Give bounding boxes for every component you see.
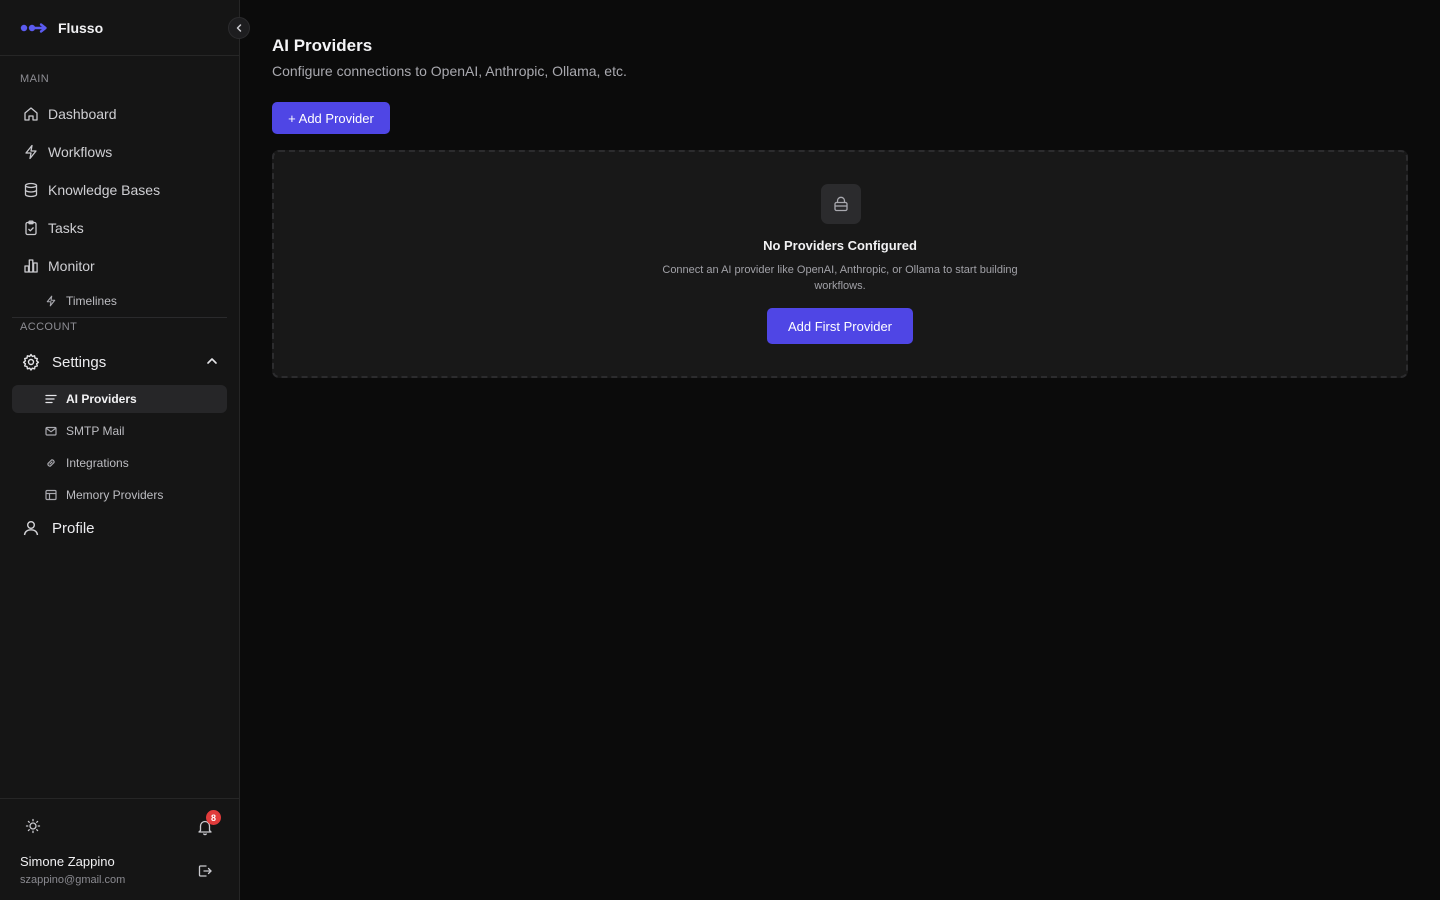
- sidebar-subitem-label: Timelines: [66, 294, 117, 308]
- section-label-main: MAIN: [20, 73, 50, 85]
- sidebar-item-label: Monitor: [48, 258, 95, 274]
- sidebar-subitem-timelines[interactable]: Timelines: [12, 287, 227, 315]
- sidebar-subitem-label: Memory Providers: [66, 488, 164, 502]
- sidebar-item-label: Settings: [52, 353, 107, 371]
- link-icon: [44, 456, 58, 470]
- section-label-account: ACCOUNT: [20, 321, 78, 333]
- lightning-icon: [22, 143, 40, 161]
- sidebar-item-label: Dashboard: [48, 106, 117, 122]
- database-icon: [22, 181, 40, 199]
- sidebar-subitem-ai-providers[interactable]: AI Providers: [12, 385, 227, 413]
- page-title: AI Providers: [272, 36, 373, 55]
- sidebar-subitem-memory-providers[interactable]: Memory Providers: [12, 481, 227, 509]
- app-name: Flusso: [58, 19, 104, 36]
- sidebar-subitem-smtp-mail[interactable]: SMTP Mail: [12, 417, 227, 445]
- sidebar-subitem-label: AI Providers: [66, 392, 137, 406]
- sidebar-item-workflows[interactable]: Workflows: [12, 137, 227, 167]
- empty-state-title: No Providers Configured: [763, 238, 917, 253]
- add-first-provider-button[interactable]: Add First Provider: [767, 308, 913, 344]
- brand-header: Flusso: [0, 0, 239, 56]
- logout-icon[interactable]: [197, 863, 213, 879]
- notification-badge: 8: [206, 810, 221, 825]
- table-icon: [44, 488, 58, 502]
- empty-state-card: No Providers Configured Connect an AI pr…: [272, 150, 1408, 378]
- sidebar-item-label: Profile: [52, 519, 95, 537]
- sidebar-subitem-label: Integrations: [66, 456, 129, 470]
- lightning-icon: [44, 294, 58, 308]
- sidebar-item-monitor[interactable]: Monitor: [12, 251, 227, 281]
- sidebar-subitem-label: SMTP Mail: [66, 424, 125, 438]
- sidebar-footer: 8 Simone Zappino szappino@gmail.com: [0, 798, 239, 900]
- gear-icon: [22, 353, 40, 371]
- chevron-up-icon[interactable]: [205, 354, 219, 368]
- page-subtitle: Configure connections to OpenAI, Anthrop…: [272, 63, 627, 79]
- bar-chart-icon: [22, 257, 40, 275]
- sidebar-item-knowledge-bases[interactable]: Knowledge Bases: [12, 175, 227, 205]
- sidebar-item-label: Knowledge Bases: [48, 182, 161, 198]
- home-icon: [22, 105, 40, 123]
- sidebar-divider: [12, 317, 227, 318]
- user-name: Simone Zappino: [20, 854, 115, 869]
- add-provider-button[interactable]: + Add Provider: [272, 102, 390, 134]
- sidebar-item-label: Tasks: [48, 220, 84, 236]
- sidebar: Flusso MAIN Dashboard Workflows Knowledg…: [0, 0, 240, 900]
- sidebar-subitem-integrations[interactable]: Integrations: [12, 449, 227, 477]
- collapse-sidebar-button[interactable]: [228, 17, 250, 39]
- sidebar-item-settings[interactable]: Settings: [12, 345, 227, 379]
- sidebar-item-dashboard[interactable]: Dashboard: [12, 99, 227, 129]
- flusso-logo-icon: [20, 22, 48, 34]
- mail-icon: [44, 424, 58, 438]
- sun-icon[interactable]: [25, 818, 41, 834]
- empty-state-description: Connect an AI provider like OpenAI, Anth…: [662, 264, 1018, 292]
- sidebar-item-tasks[interactable]: Tasks: [12, 213, 227, 243]
- lock-icon: [821, 184, 861, 224]
- sidebar-item-label: Workflows: [48, 144, 113, 160]
- user-email: szappino@gmail.com: [20, 874, 126, 886]
- user-icon: [22, 519, 40, 537]
- sidebar-item-profile[interactable]: Profile: [12, 511, 227, 545]
- clipboard-check-icon: [22, 219, 40, 237]
- chevron-left-icon: [234, 23, 244, 33]
- list-icon: [44, 392, 58, 406]
